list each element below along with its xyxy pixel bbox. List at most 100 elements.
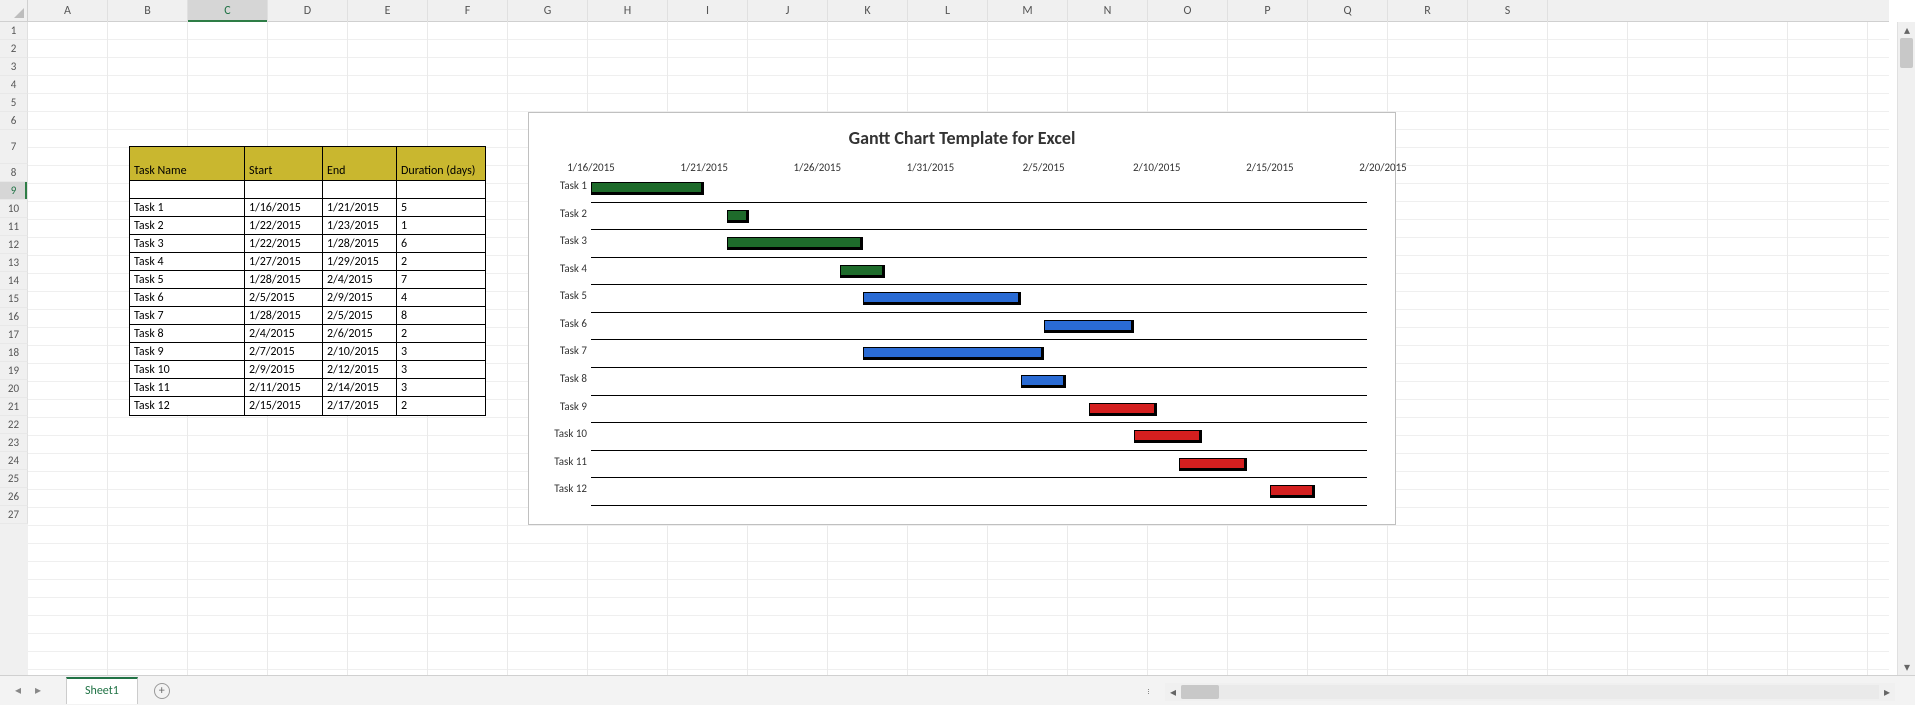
- tab-nav-next-icon[interactable]: ▸: [30, 683, 46, 699]
- cell-task[interactable]: Task 3: [130, 235, 245, 253]
- column-header[interactable]: B: [108, 0, 188, 22]
- horizontal-scroll-thumb[interactable]: [1181, 685, 1219, 699]
- column-header[interactable]: E: [348, 0, 428, 22]
- select-all-button[interactable]: [0, 0, 28, 22]
- cell-start[interactable]: 1/27/2015: [245, 253, 323, 271]
- row-header[interactable]: 16: [0, 308, 28, 326]
- cell-end[interactable]: 2/14/2015: [323, 379, 397, 397]
- vertical-scroll-thumb[interactable]: [1900, 38, 1913, 68]
- cell-end[interactable]: 2/10/2015: [323, 343, 397, 361]
- cell-start[interactable]: 1/28/2015: [245, 307, 323, 325]
- row-header[interactable]: 25: [0, 470, 28, 488]
- cell-duration[interactable]: 1: [397, 217, 485, 235]
- horizontal-scrollbar[interactable]: ◂ ▸: [1165, 683, 1895, 701]
- cell-duration[interactable]: 2: [397, 325, 485, 343]
- row-header[interactable]: 15: [0, 290, 28, 308]
- scroll-right-icon[interactable]: ▸: [1879, 684, 1895, 700]
- cell-start[interactable]: 2/15/2015: [245, 397, 323, 415]
- cell-task[interactable]: Task 1: [130, 199, 245, 217]
- cell-start[interactable]: 1/28/2015: [245, 271, 323, 289]
- row-header[interactable]: 19: [0, 362, 28, 380]
- cell-end[interactable]: 2/12/2015: [323, 361, 397, 379]
- cell-task[interactable]: Task 10: [130, 361, 245, 379]
- vertical-scrollbar[interactable]: ▴ ▾: [1897, 22, 1915, 675]
- row-header[interactable]: 4: [0, 76, 28, 94]
- cell-duration[interactable]: 3: [397, 379, 485, 397]
- row-header[interactable]: 13: [0, 254, 28, 272]
- row-header[interactable]: 3: [0, 58, 28, 76]
- row-header[interactable]: 18: [0, 344, 28, 362]
- tab-nav-prev-icon[interactable]: ◂: [10, 683, 26, 699]
- cell-start[interactable]: 2/9/2015: [245, 361, 323, 379]
- cell-end[interactable]: 1/29/2015: [323, 253, 397, 271]
- cell-end[interactable]: 2/6/2015: [323, 325, 397, 343]
- cell-task[interactable]: Task 2: [130, 217, 245, 235]
- scroll-left-icon[interactable]: ◂: [1165, 684, 1181, 700]
- cell-duration[interactable]: 2: [397, 397, 485, 415]
- cell-task[interactable]: Task 7: [130, 307, 245, 325]
- cell-end[interactable]: 1/21/2015: [323, 199, 397, 217]
- column-header[interactable]: Q: [1308, 0, 1388, 22]
- cell-end[interactable]: 2/5/2015: [323, 307, 397, 325]
- cell-duration[interactable]: 6: [397, 235, 485, 253]
- column-header[interactable]: L: [908, 0, 988, 22]
- cell-task[interactable]: Task 9: [130, 343, 245, 361]
- empty-cell[interactable]: [130, 181, 245, 199]
- row-header[interactable]: 14: [0, 272, 28, 290]
- column-header[interactable]: D: [268, 0, 348, 22]
- row-header[interactable]: 22: [0, 416, 28, 434]
- empty-cell[interactable]: [397, 181, 485, 199]
- cell-duration[interactable]: 2: [397, 253, 485, 271]
- row-header[interactable]: 11: [0, 218, 28, 236]
- row-header[interactable]: 1: [0, 22, 28, 40]
- gantt-chart[interactable]: Gantt Chart Template for Excel 1/16/2015…: [528, 112, 1396, 525]
- cell-task[interactable]: Task 5: [130, 271, 245, 289]
- column-header[interactable]: G: [508, 0, 588, 22]
- cell-task[interactable]: Task 8: [130, 325, 245, 343]
- cell-duration[interactable]: 5: [397, 199, 485, 217]
- column-header[interactable]: F: [428, 0, 508, 22]
- cell-end[interactable]: 2/4/2015: [323, 271, 397, 289]
- row-header[interactable]: 17: [0, 326, 28, 344]
- row-header[interactable]: 27: [0, 506, 28, 524]
- column-header[interactable]: J: [748, 0, 828, 22]
- cell-end[interactable]: 2/9/2015: [323, 289, 397, 307]
- row-header[interactable]: 2: [0, 40, 28, 58]
- cell-start[interactable]: 1/22/2015: [245, 217, 323, 235]
- cell-start[interactable]: 2/11/2015: [245, 379, 323, 397]
- scroll-up-icon[interactable]: ▴: [1898, 22, 1915, 38]
- empty-cell[interactable]: [245, 181, 323, 199]
- cell-duration[interactable]: 3: [397, 361, 485, 379]
- cell-start[interactable]: 2/4/2015: [245, 325, 323, 343]
- add-sheet-button[interactable]: +: [154, 683, 170, 699]
- row-header[interactable]: 26: [0, 488, 28, 506]
- cell-start[interactable]: 2/5/2015: [245, 289, 323, 307]
- column-header[interactable]: P: [1228, 0, 1308, 22]
- column-header[interactable]: M: [988, 0, 1068, 22]
- cell-task[interactable]: Task 11: [130, 379, 245, 397]
- cell-start[interactable]: 2/7/2015: [245, 343, 323, 361]
- cell-start[interactable]: 1/22/2015: [245, 235, 323, 253]
- column-header[interactable]: S: [1468, 0, 1548, 22]
- empty-cell[interactable]: [323, 181, 397, 199]
- row-header[interactable]: 24: [0, 452, 28, 470]
- column-header[interactable]: C: [188, 0, 268, 22]
- column-header[interactable]: K: [828, 0, 908, 22]
- cell-duration[interactable]: 7: [397, 271, 485, 289]
- cell-task[interactable]: Task 4: [130, 253, 245, 271]
- row-header[interactable]: 12: [0, 236, 28, 254]
- cell-duration[interactable]: 8: [397, 307, 485, 325]
- cell-end[interactable]: 2/17/2015: [323, 397, 397, 415]
- cell-end[interactable]: 1/28/2015: [323, 235, 397, 253]
- row-header[interactable]: 10: [0, 200, 28, 218]
- row-header[interactable]: 8: [0, 164, 28, 182]
- cell-start[interactable]: 1/16/2015: [245, 199, 323, 217]
- column-header[interactable]: I: [668, 0, 748, 22]
- row-header[interactable]: 23: [0, 434, 28, 452]
- worksheet-grid[interactable]: Task Name Start End Duration (days) Task…: [28, 22, 1889, 675]
- tab-scroll-splitter[interactable]: [1143, 683, 1153, 699]
- row-header[interactable]: 21: [0, 398, 28, 416]
- row-header[interactable]: 7: [0, 130, 28, 164]
- column-header[interactable]: O: [1148, 0, 1228, 22]
- row-header[interactable]: 20: [0, 380, 28, 398]
